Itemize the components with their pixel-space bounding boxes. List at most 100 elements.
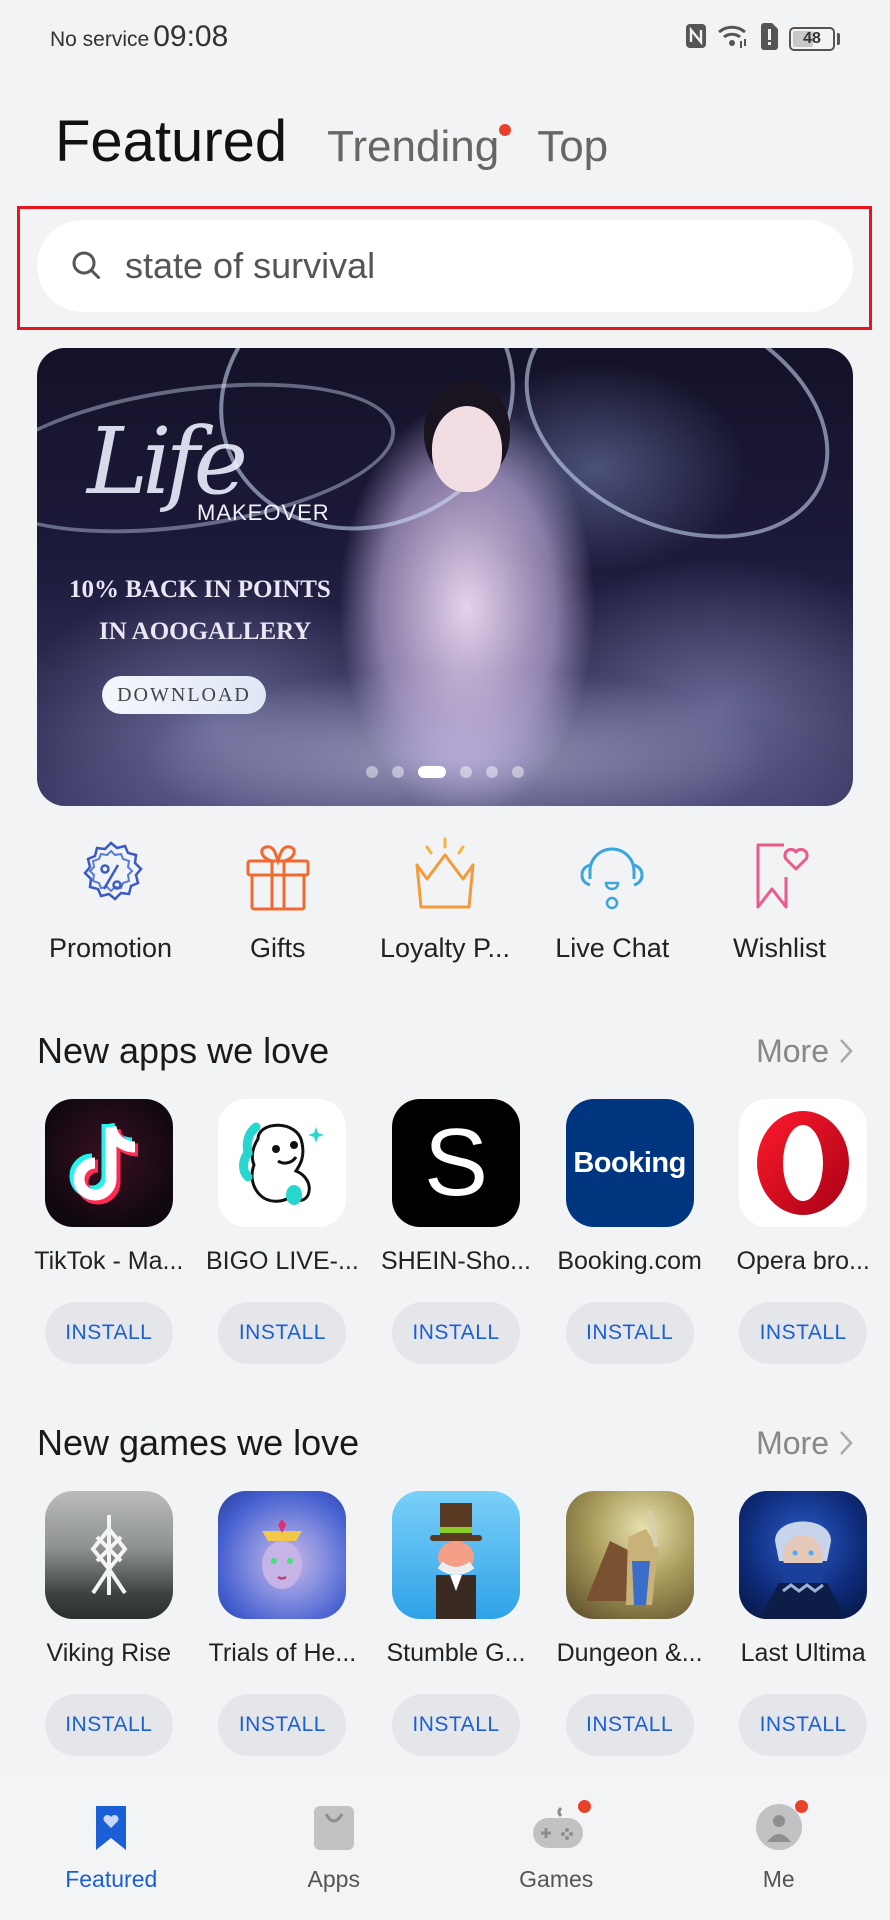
notification-dot <box>794 1800 808 1813</box>
status-bar: No service 09:08 48 <box>0 0 890 72</box>
last-ultima-icon[interactable] <box>739 1491 868 1619</box>
tab-top[interactable]: Top <box>537 122 608 172</box>
new-apps-list: TikTok - Ma... INSTALL BIGO LIVE-... INS… <box>22 1099 890 1364</box>
game-card: Trials of He... INSTALL <box>196 1491 370 1756</box>
booking-icon[interactable]: Booking <box>565 1099 694 1227</box>
bigo-live-icon[interactable] <box>218 1099 347 1227</box>
new-games-list: Viking Rise INSTALL Trials of He... INST… <box>22 1491 890 1756</box>
tab-featured[interactable]: Featured <box>55 108 287 175</box>
shein-icon[interactable]: S <box>391 1099 520 1227</box>
nav-label: Me <box>762 1866 795 1892</box>
app-card: TikTok - Ma... INSTALL <box>22 1099 196 1364</box>
quick-link-label: Gifts <box>249 933 306 963</box>
app-name: TikTok - Ma... <box>34 1247 184 1275</box>
nav-label: Featured <box>65 1866 158 1892</box>
opera-icon[interactable] <box>739 1099 868 1227</box>
bottom-navigation: Featured Apps Games Me <box>0 1770 890 1920</box>
nav-label: Apps <box>307 1866 360 1892</box>
nav-me[interactable]: Me <box>668 1770 890 1920</box>
gamepad-icon <box>533 1806 584 1848</box>
game-card: Viking Rise INSTALL <box>22 1491 196 1756</box>
install-button[interactable]: INSTALL <box>565 1302 694 1364</box>
nav-apps[interactable]: Apps <box>223 1770 446 1920</box>
shopping-bag-icon <box>313 1806 354 1850</box>
game-name: Viking Rise <box>46 1639 172 1667</box>
tiktok-icon[interactable] <box>44 1099 173 1227</box>
app-card: Booking Booking.com INSTALL <box>543 1099 717 1364</box>
carousel-dot[interactable] <box>392 766 404 778</box>
top-tabs: Featured Trending Top <box>55 108 646 175</box>
tab-trending[interactable]: Trending <box>327 122 512 172</box>
install-button[interactable]: INSTALL <box>391 1694 520 1756</box>
carousel-dot[interactable] <box>512 766 524 778</box>
game-name: Stumble G... <box>386 1639 526 1667</box>
install-button[interactable]: INSTALL <box>44 1694 173 1756</box>
install-button[interactable]: INSTALL <box>218 1302 347 1364</box>
tab-label: Featured <box>55 109 288 174</box>
banner-subtitle: MAKEOVER <box>197 500 330 525</box>
banner-decoration <box>485 348 853 586</box>
more-link[interactable]: More <box>756 1033 853 1070</box>
stumble-guys-icon[interactable] <box>391 1491 520 1619</box>
game-card: Last Ultima INSTALL <box>716 1491 890 1756</box>
promotion-badge-icon <box>82 841 143 901</box>
app-name: BIGO LIVE-... <box>205 1247 359 1275</box>
install-button[interactable]: INSTALL <box>739 1302 868 1364</box>
section-title: New apps we love <box>37 1030 330 1071</box>
chevron-right-icon <box>840 1431 853 1455</box>
featured-bookmark-icon <box>96 1806 127 1850</box>
game-name: Trials of He... <box>208 1639 357 1667</box>
app-card: Opera bro... INSTALL <box>716 1099 890 1364</box>
booking-logo-text: Booking <box>573 1146 686 1179</box>
trials-of-heroes-icon[interactable] <box>218 1491 347 1619</box>
tab-label: Top <box>537 122 609 171</box>
dungeon-icon[interactable] <box>565 1491 694 1619</box>
banner-logo: Life <box>87 408 248 515</box>
more-label: More <box>756 1424 829 1461</box>
battery-level: 48 <box>803 29 821 47</box>
nfc-icon <box>685 23 707 54</box>
nav-games[interactable]: Games <box>445 1770 668 1920</box>
quick-link-gifts[interactable]: Gifts <box>194 835 361 964</box>
notification-dot <box>499 124 512 136</box>
app-name: Booking.com <box>557 1247 702 1275</box>
quick-link-live-chat[interactable]: Live Chat <box>529 835 696 964</box>
install-button[interactable]: INSTALL <box>218 1694 347 1756</box>
gamepad-icon-wrapper <box>531 1800 592 1852</box>
quick-link-loyalty[interactable]: Loyalty P... <box>362 835 529 964</box>
search-input[interactable]: state of survival <box>37 220 853 312</box>
carousel-indicator <box>37 766 853 778</box>
install-button[interactable]: INSTALL <box>739 1694 868 1756</box>
section-header-new-games: New games we love More <box>37 1422 853 1464</box>
app-card: S SHEIN-Sho... INSTALL <box>369 1099 543 1364</box>
install-button[interactable]: INSTALL <box>565 1694 694 1756</box>
promo-banner[interactable]: Life MAKEOVER 10% BACK IN POINTS IN AOOG… <box>37 348 853 806</box>
nav-featured[interactable]: Featured <box>0 1770 223 1920</box>
install-button[interactable]: INSTALL <box>391 1302 520 1364</box>
search-query: state of survival <box>125 245 376 286</box>
quick-links: Promotion Gifts Loyalty P... Live Chat W… <box>27 835 863 964</box>
wifi-icon <box>717 23 749 54</box>
carousel-dot[interactable] <box>460 766 472 778</box>
carousel-dot[interactable] <box>486 766 498 778</box>
app-card: BIGO LIVE-... INSTALL <box>196 1099 370 1364</box>
app-gallery-screen: No service 09:08 48 Featured Trending To… <box>0 0 890 1920</box>
profile-icon-wrapper <box>754 1800 808 1852</box>
tab-label: Trending <box>327 122 500 171</box>
banner-promo-line1: 10% BACK IN POINTS <box>69 576 331 603</box>
app-name: Opera bro... <box>736 1247 870 1275</box>
battery-icon: 48 <box>789 26 835 51</box>
app-name: SHEIN-Sho... <box>380 1247 532 1275</box>
banner-download-button[interactable]: DOWNLOAD <box>102 676 266 714</box>
game-name: Last Ultima <box>740 1639 866 1667</box>
quick-link-promotion[interactable]: Promotion <box>27 835 194 964</box>
carousel-dot[interactable] <box>366 766 378 778</box>
section-title: New games we love <box>37 1422 360 1463</box>
banner-promo-line2: IN AOOGALLERY <box>99 618 312 645</box>
viking-rise-icon[interactable] <box>44 1491 173 1619</box>
chevron-right-icon <box>840 1039 853 1063</box>
more-link[interactable]: More <box>756 1425 853 1462</box>
install-button[interactable]: INSTALL <box>44 1302 173 1364</box>
carousel-dot-active[interactable] <box>418 766 446 778</box>
quick-link-wishlist[interactable]: Wishlist <box>696 835 863 964</box>
